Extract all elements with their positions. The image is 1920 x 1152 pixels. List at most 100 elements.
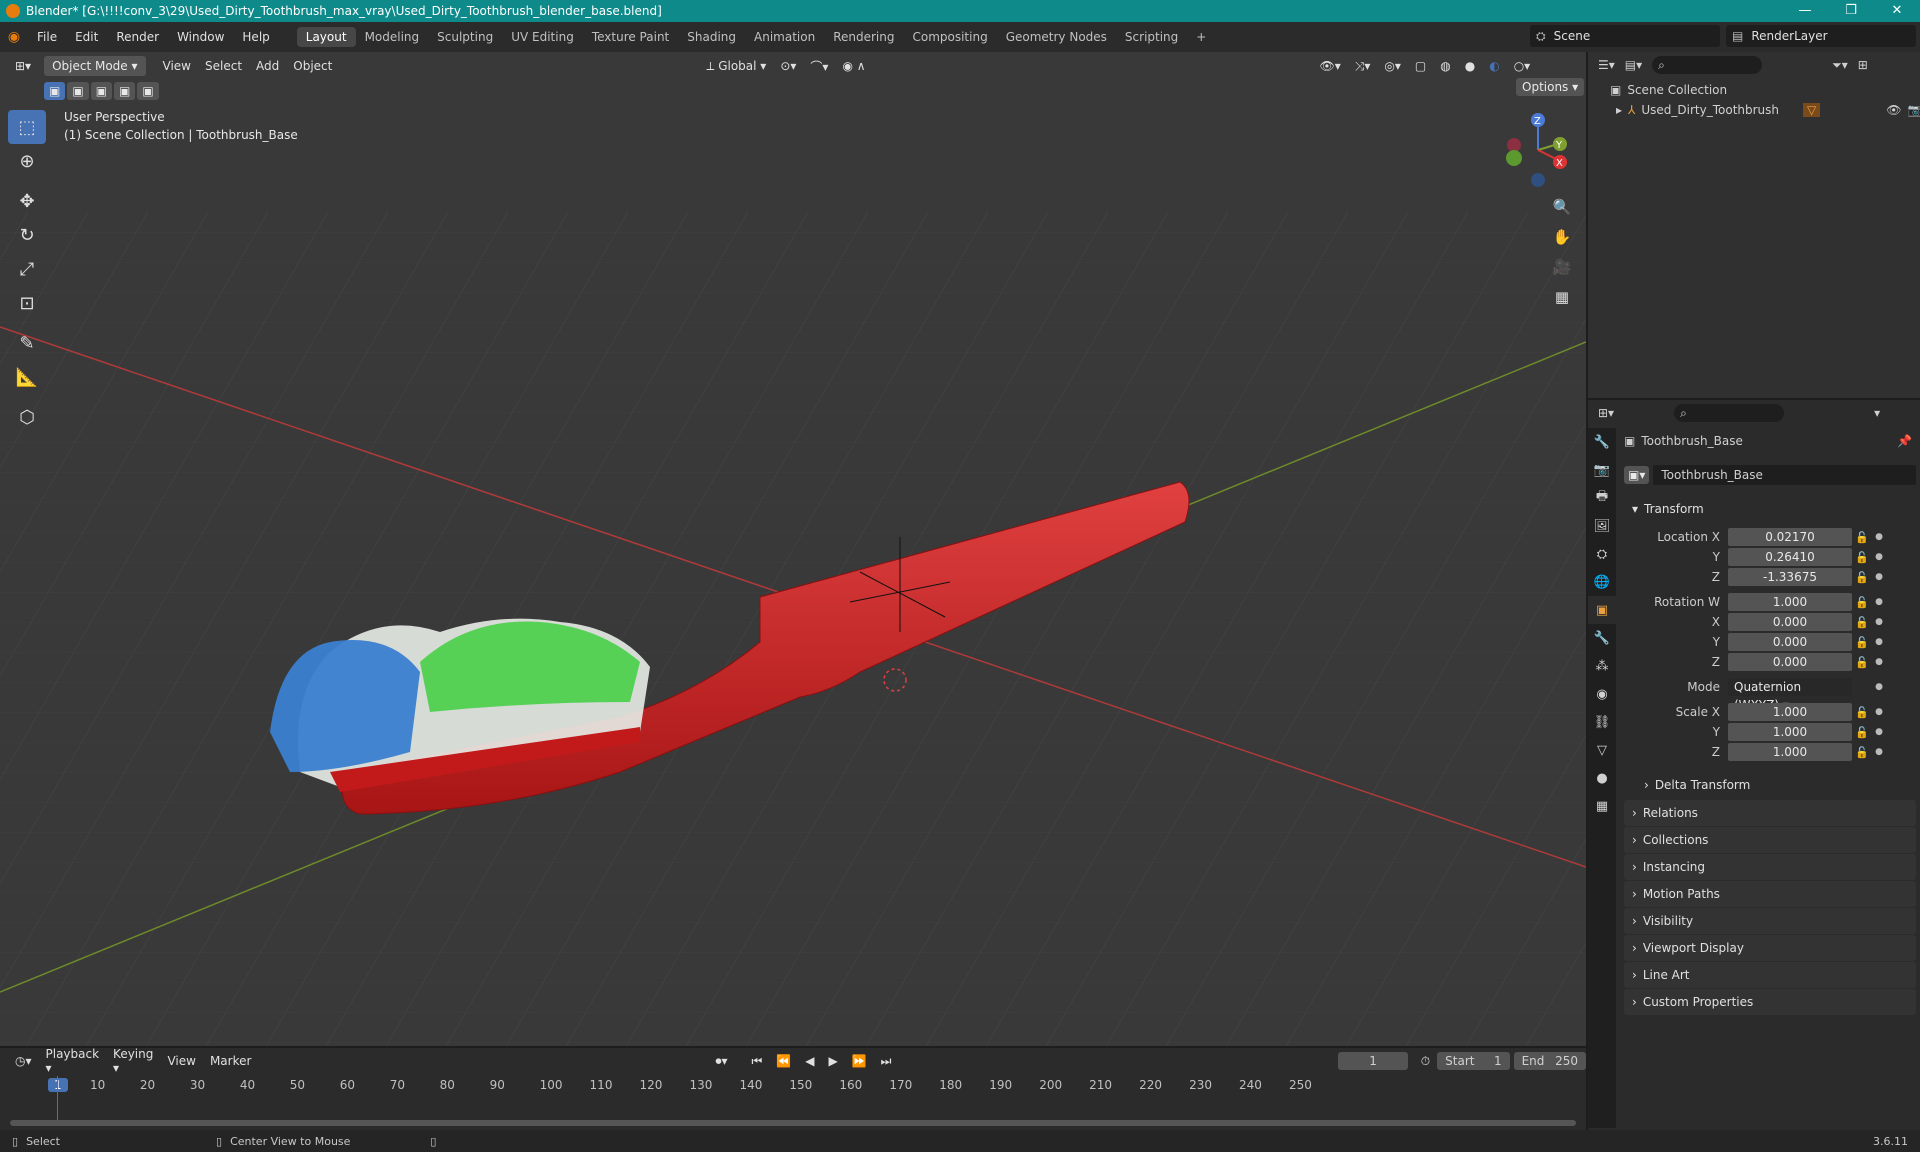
timeline-scrollbar[interactable] bbox=[10, 1120, 1576, 1126]
rotation-y-field[interactable]: 0.000 bbox=[1728, 633, 1852, 651]
lock-icon[interactable]: 🔓 bbox=[1852, 636, 1872, 649]
tab-modeling[interactable]: Modeling bbox=[356, 27, 429, 47]
modifier-icon[interactable]: ▽ bbox=[1803, 103, 1821, 117]
frame-ruler[interactable]: 1102030405060708090100110120130140150160… bbox=[0, 1076, 1586, 1094]
object-name-field[interactable]: Toothbrush_Base bbox=[1653, 465, 1916, 485]
overlay-toggle-icon[interactable]: ◎▾ bbox=[1377, 56, 1408, 76]
texture-tab-icon[interactable]: ▦ bbox=[1588, 792, 1616, 820]
outliner-editor-icon[interactable]: ☰▾ bbox=[1598, 58, 1615, 72]
select-intersect-icon[interactable]: ▣ bbox=[137, 82, 159, 100]
editor-type-icon[interactable]: ⊞▾ bbox=[8, 56, 38, 76]
add-cube-tool-icon[interactable]: ⬡ bbox=[8, 400, 46, 434]
transform-tool-icon[interactable]: ⊡ bbox=[8, 286, 46, 320]
3d-viewport[interactable]: Z Y X ⊞▾ Object Mode ▾ View Select Add O… bbox=[0, 52, 1586, 1046]
render-tab-icon[interactable]: 📷 bbox=[1588, 456, 1616, 484]
lock-icon[interactable]: 🔓 bbox=[1852, 656, 1872, 669]
keyframe-dot-icon[interactable]: ● bbox=[1872, 572, 1886, 582]
visibility-panel-header[interactable]: › Visibility bbox=[1624, 908, 1916, 934]
snap-icon[interactable]: ⌒▾ bbox=[803, 55, 835, 78]
timeline-editor-icon[interactable]: ◷▾ bbox=[8, 1051, 39, 1071]
playback-menu[interactable]: Playback ▾ bbox=[39, 1044, 107, 1078]
line-art-panel-header[interactable]: › Line Art bbox=[1624, 962, 1916, 988]
rotate-tool-icon[interactable]: ↻ bbox=[8, 218, 46, 252]
end-frame-field[interactable]: End 250 bbox=[1513, 1052, 1586, 1070]
location-z-field[interactable]: -1.33675 bbox=[1728, 568, 1852, 586]
menu-object[interactable]: Object bbox=[286, 56, 339, 76]
tab-scripting[interactable]: Scripting bbox=[1116, 27, 1187, 47]
transform-panel-header[interactable]: ▾ Transform bbox=[1624, 496, 1916, 522]
select-extend-icon[interactable]: ▣ bbox=[67, 82, 89, 100]
scene-selector[interactable]: ⛭ Scene bbox=[1530, 25, 1720, 47]
scene-collection-row[interactable]: ▣ Scene Collection bbox=[1588, 78, 1920, 98]
location-y-field[interactable]: 0.26410 bbox=[1728, 548, 1852, 566]
lock-icon[interactable]: 🔓 bbox=[1852, 571, 1872, 584]
stopwatch-icon[interactable]: ⏱ bbox=[1414, 1051, 1437, 1072]
menu-view[interactable]: View bbox=[156, 56, 198, 76]
instancing-panel-header[interactable]: › Instancing bbox=[1624, 854, 1916, 880]
outliner-item[interactable]: ▸ ⅄ Used_Dirty_Toothbrush ▽ 👁 📷 bbox=[1588, 98, 1920, 120]
particles-tab-icon[interactable]: ⁂ bbox=[1588, 652, 1616, 680]
menu-add[interactable]: Add bbox=[249, 56, 286, 76]
menu-render[interactable]: Render bbox=[107, 30, 168, 44]
constraints-tab-icon[interactable]: ⛓ bbox=[1588, 708, 1616, 736]
options-dropdown[interactable]: Options ▾ bbox=[1516, 78, 1585, 96]
tab-rendering[interactable]: Rendering bbox=[824, 27, 903, 47]
datablock-type-icon[interactable]: ▣▾ bbox=[1624, 466, 1650, 484]
proportional-edit-icon[interactable]: ◉ ∧ bbox=[835, 56, 872, 76]
new-collection-icon[interactable]: ⊞ bbox=[1858, 58, 1868, 72]
filter-icon[interactable]: ⏷▾ bbox=[1832, 58, 1848, 73]
scale-x-field[interactable]: 1.000 bbox=[1728, 703, 1852, 721]
select-invert-icon[interactable]: ▣ bbox=[114, 82, 136, 100]
current-frame-field[interactable]: 1 bbox=[1338, 1052, 1408, 1070]
jump-keyframe-forward-icon[interactable]: ⏩ bbox=[845, 1051, 874, 1071]
relations-panel-header[interactable]: › Relations bbox=[1624, 800, 1916, 826]
motion-paths-panel-header[interactable]: › Motion Paths bbox=[1624, 881, 1916, 907]
tab-layout[interactable]: Layout bbox=[296, 27, 356, 47]
display-mode-icon[interactable]: ▤▾ bbox=[1625, 58, 1642, 72]
blender-menu-icon[interactable]: ◉ bbox=[0, 29, 28, 45]
lock-icon[interactable]: 🔓 bbox=[1852, 616, 1872, 629]
xray-icon[interactable]: ▢ bbox=[1408, 56, 1433, 76]
transform-orientation-dropdown[interactable]: ⟂ Global ▾ bbox=[699, 56, 773, 77]
object-tab-icon[interactable]: ▣ bbox=[1588, 596, 1616, 624]
modifier-tab-icon[interactable]: 🔧 bbox=[1588, 624, 1616, 652]
minimize-button[interactable]: — bbox=[1782, 0, 1828, 22]
rotation-w-field[interactable]: 1.000 bbox=[1728, 593, 1852, 611]
menu-select[interactable]: Select bbox=[198, 56, 249, 76]
shading-rendered-icon[interactable]: ○▾ bbox=[1507, 56, 1538, 76]
move-tool-icon[interactable]: ✥ bbox=[8, 184, 46, 218]
delta-transform-subpanel[interactable]: › Delta Transform bbox=[1624, 772, 1916, 798]
timeline-view-menu[interactable]: View bbox=[160, 1051, 202, 1071]
keyframe-dot-icon[interactable]: ● bbox=[1872, 597, 1886, 607]
measure-tool-icon[interactable]: 📐 bbox=[8, 360, 46, 394]
menu-window[interactable]: Window bbox=[168, 30, 233, 44]
lock-icon[interactable]: 🔓 bbox=[1852, 706, 1872, 719]
keyframe-dot-icon[interactable]: ● bbox=[1872, 552, 1886, 562]
data-tab-icon[interactable]: ▽ bbox=[1588, 736, 1616, 764]
keyframe-dot-icon[interactable]: ● bbox=[1872, 637, 1886, 647]
tab-uv-editing[interactable]: UV Editing bbox=[502, 27, 583, 47]
properties-options-icon[interactable]: ▾ bbox=[1874, 406, 1880, 420]
playhead-line[interactable] bbox=[57, 1076, 58, 1126]
jump-keyframe-back-icon[interactable]: ⏪ bbox=[769, 1051, 798, 1071]
menu-file[interactable]: File bbox=[28, 30, 66, 44]
lock-icon[interactable]: 🔓 bbox=[1852, 531, 1872, 544]
pivot-icon[interactable]: ⊙▾ bbox=[773, 56, 803, 76]
keying-menu[interactable]: Keying ▾ bbox=[106, 1044, 160, 1078]
visibility-icon[interactable]: 👁▾ bbox=[1313, 56, 1348, 76]
start-frame-field[interactable]: Start 1 bbox=[1437, 1052, 1510, 1070]
pin-icon[interactable]: 📌 bbox=[1897, 434, 1912, 448]
play-reverse-icon[interactable]: ◀ bbox=[798, 1051, 821, 1071]
scale-y-field[interactable]: 1.000 bbox=[1728, 723, 1852, 741]
shading-solid-icon[interactable]: ● bbox=[1458, 56, 1482, 76]
auto-keying-icon[interactable]: ⏺▾ bbox=[708, 1051, 734, 1072]
lock-icon[interactable]: 🔓 bbox=[1852, 596, 1872, 609]
rotation-x-field[interactable]: 0.000 bbox=[1728, 613, 1852, 631]
expand-arrow-icon[interactable]: ▸ bbox=[1616, 103, 1622, 117]
keyframe-dot-icon[interactable]: ● bbox=[1872, 727, 1886, 737]
menu-edit[interactable]: Edit bbox=[66, 30, 107, 44]
keyframe-dot-icon[interactable]: ● bbox=[1872, 707, 1886, 717]
close-button[interactable]: ✕ bbox=[1874, 0, 1920, 22]
scale-tool-icon[interactable]: ⤢ bbox=[8, 252, 46, 286]
viewport-display-panel-header[interactable]: › Viewport Display bbox=[1624, 935, 1916, 961]
